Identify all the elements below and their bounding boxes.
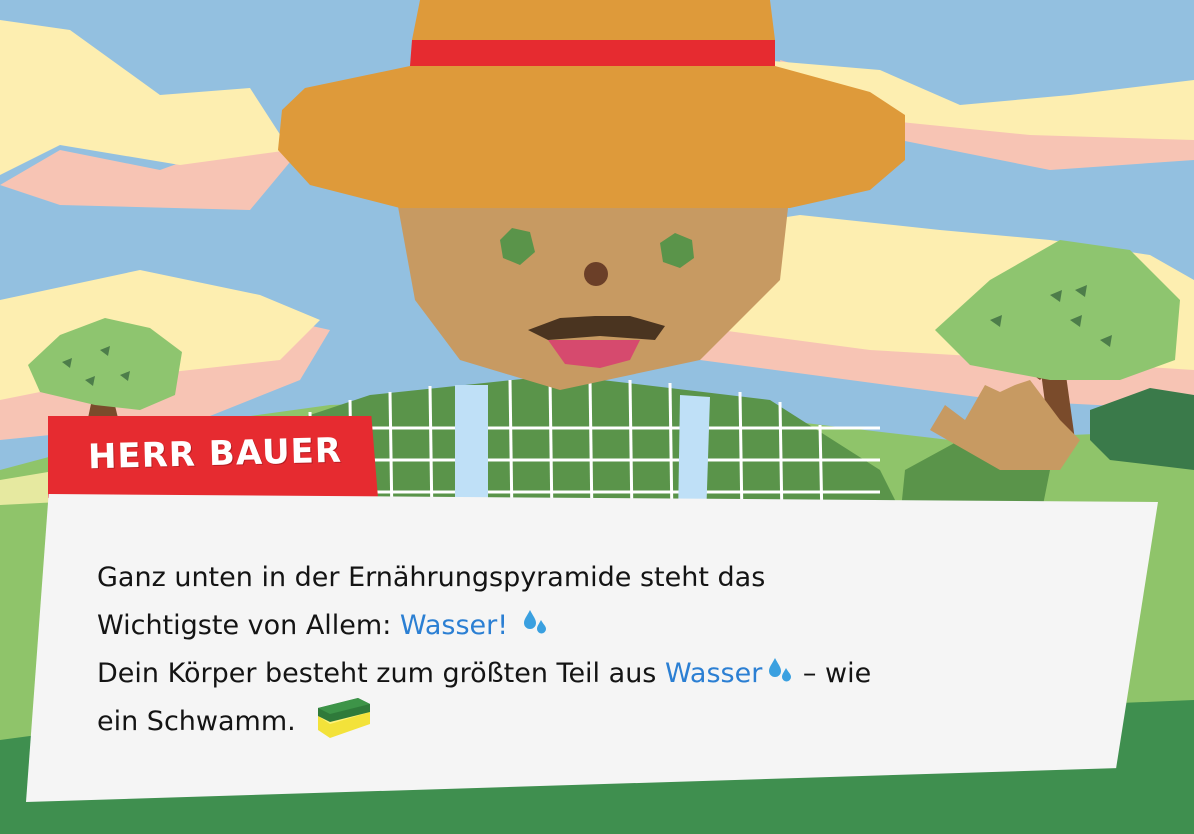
- water-highlight-2: Wasser: [664, 658, 763, 689]
- dialog-line-3: Dein Körper besteht zum größten Teil aus…: [97, 650, 1077, 698]
- dialog-text: Ganz unten in der Ernährungspyramide ste…: [97, 554, 1077, 746]
- speaker-name-tag: HERR BAUER: [48, 416, 378, 498]
- dialog-line-3-text: Dein Körper besteht zum größten Teil aus: [97, 658, 665, 689]
- water-drops-icon: [769, 658, 792, 682]
- water-drops-icon: [523, 610, 546, 634]
- straw-hat: [278, 0, 905, 208]
- dialog-line-2-text: Wichtigste von Allem:: [97, 610, 400, 641]
- dialog-line-4: ein Schwamm.: [97, 698, 1077, 746]
- speaker-name: HERR BAUER: [87, 430, 343, 478]
- dialog-line-2: Wichtigste von Allem: Wasser!: [97, 602, 1077, 650]
- dialog-line-4-text: ein Schwamm.: [97, 706, 296, 737]
- dialog-line-1: Ganz unten in der Ernährungspyramide ste…: [97, 554, 1077, 602]
- dialog-line-1-text: Ganz unten in der Ernährungspyramide ste…: [97, 562, 766, 593]
- water-highlight-1: Wasser!: [399, 610, 509, 641]
- sponge-icon: [318, 698, 371, 738]
- dialog-line-3-after: – wie: [794, 658, 872, 689]
